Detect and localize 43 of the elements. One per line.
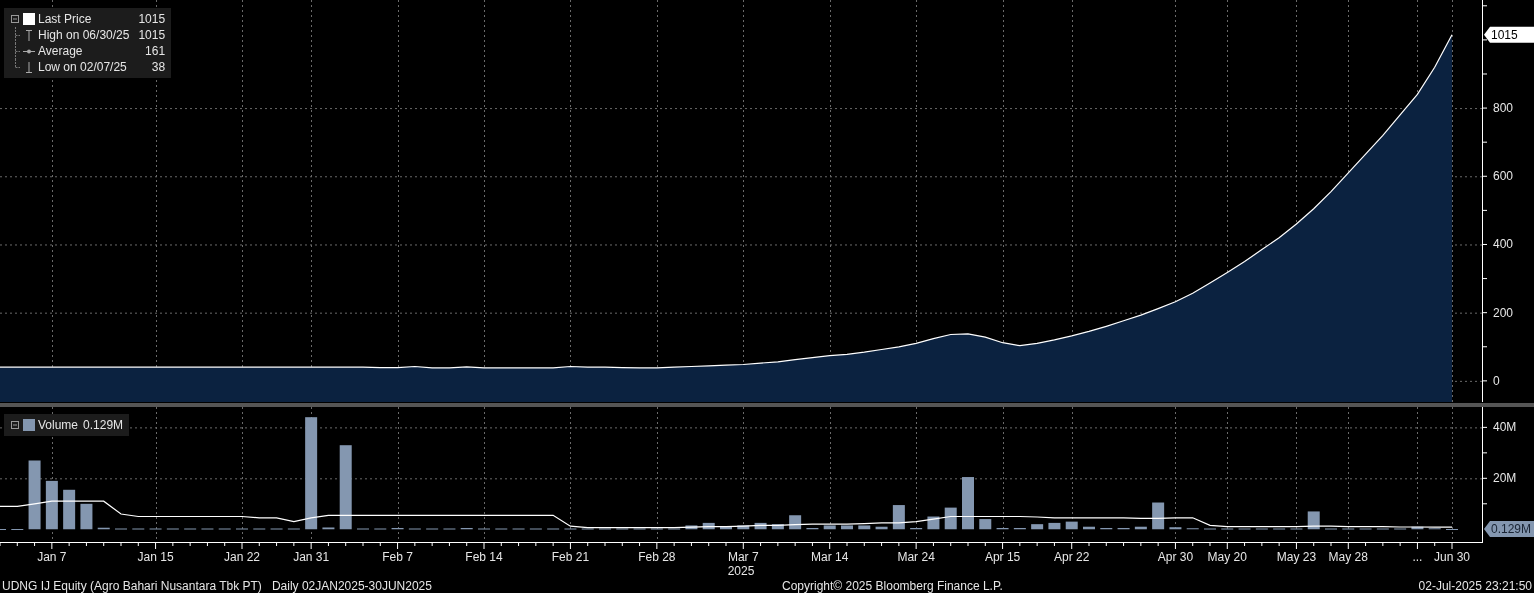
axis-label: Feb 14 <box>465 550 503 564</box>
axis-label: Mar 24 <box>897 550 935 564</box>
legend-value: 1015 <box>137 11 166 27</box>
axis-label: Apr 22 <box>1054 550 1090 564</box>
axis-label: May 28 <box>1328 550 1368 564</box>
axis-label: Jan 31 <box>293 550 330 564</box>
last-volume-tag: 0.129M <box>1484 521 1534 537</box>
axis-label: 40M <box>1493 420 1517 435</box>
axis-label: Jan 15 <box>137 550 174 564</box>
axis-label: May 23 <box>1276 550 1317 564</box>
copyright-text: Copyright© 2025 Bloomberg Finance L.P. <box>781 578 1003 593</box>
axis-label: Jun 30 <box>1434 550 1470 564</box>
axis-label: 800 <box>1493 101 1514 116</box>
legend-label: Low on 02/07/25 <box>38 59 128 75</box>
axis-label: Apr 15 <box>984 550 1021 564</box>
axis-label: Apr 30 <box>1157 550 1194 564</box>
legend-label: High on 06/30/25 <box>38 27 130 43</box>
legend-value: 38 <box>150 59 166 75</box>
axis-label: 600 <box>1493 169 1514 184</box>
security-name: UDNG IJ Equity (Agro Bahari Nusantara Tbk PT) <box>2 578 262 593</box>
axis-label: 200 <box>1493 305 1514 320</box>
period-text: Daily 02JAN2025-30JUN2025 <box>271 578 432 593</box>
legend-value: 161 <box>144 43 166 59</box>
axis-label: 0 <box>1493 373 1500 388</box>
axis-label: Feb 28 <box>638 550 676 564</box>
axis-label: 400 <box>1493 237 1514 252</box>
timestamp: 02-Jul-2025 23:21:50 <box>1418 578 1532 593</box>
last-price-tag: 1015 <box>1484 26 1534 43</box>
axis-label: Mar 7 <box>727 550 759 564</box>
legend-value: 1015 <box>137 27 166 43</box>
axis-label: May 20 <box>1207 550 1247 564</box>
axis-label: Feb 7 <box>382 550 413 564</box>
axis-label: 20M <box>1493 471 1517 486</box>
legend-label: Last Price <box>38 11 93 27</box>
axis-label: ... <box>1412 550 1423 564</box>
axis-label: Jan 22 <box>224 550 260 564</box>
legend-value: 0.129M <box>82 417 124 433</box>
axis-label: Mar 14 <box>811 550 849 564</box>
axis-label: Feb 21 <box>551 550 590 564</box>
legend-label: Volume <box>38 417 79 433</box>
axis-label: Jan 7 <box>37 550 67 564</box>
legend-label: Average <box>38 43 84 59</box>
axis-title: 2025 <box>727 564 755 578</box>
